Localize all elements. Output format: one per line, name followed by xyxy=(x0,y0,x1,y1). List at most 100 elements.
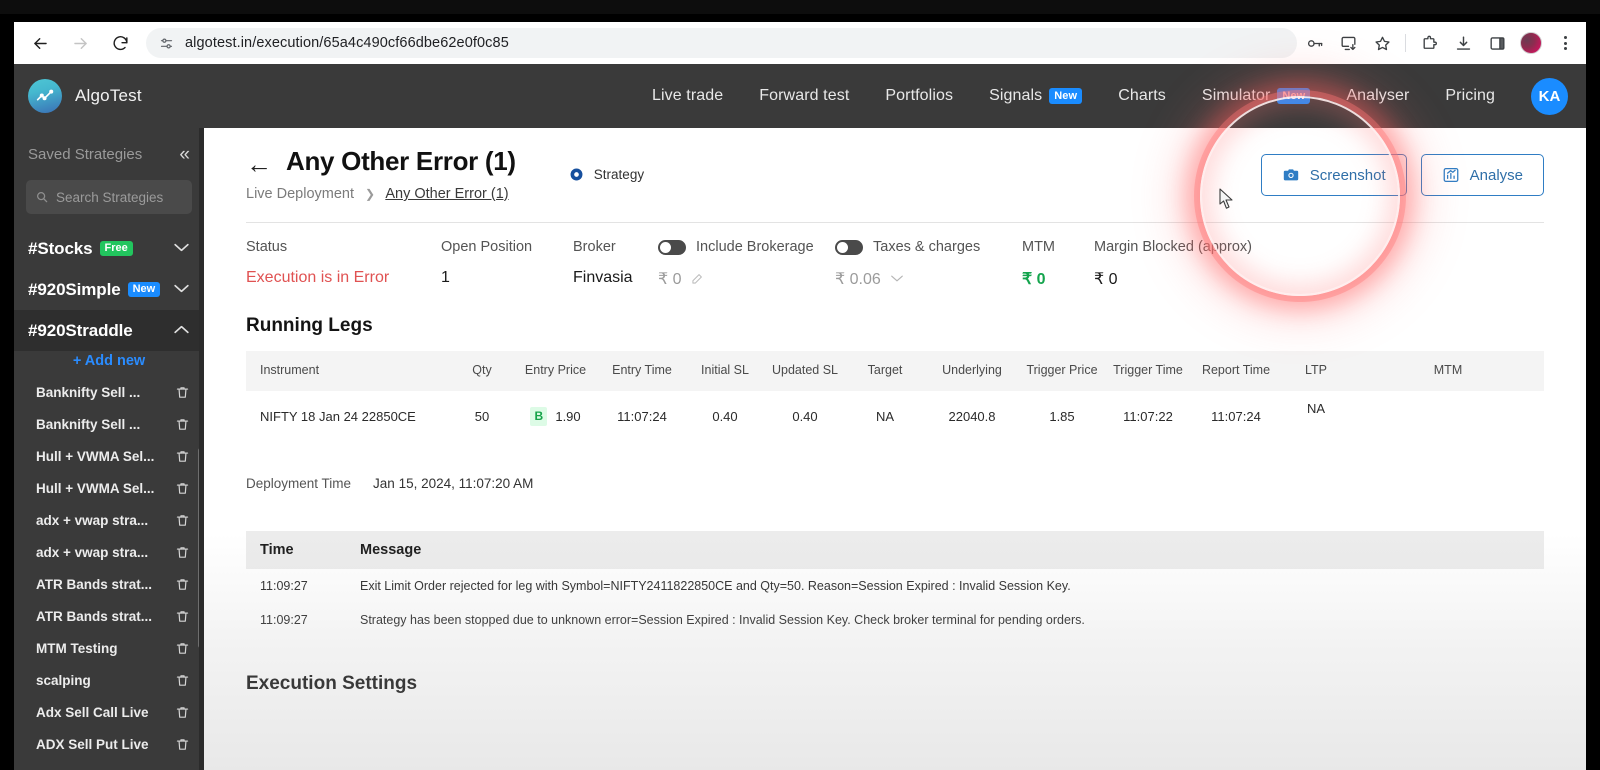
stat-label: Margin Blocked (approx) xyxy=(1094,239,1252,255)
breadcrumb-current[interactable]: Any Other Error (1) xyxy=(385,186,508,202)
include-brokerage-toggle[interactable] xyxy=(658,239,686,255)
list-item[interactable]: Banknifty Sell ... xyxy=(14,408,204,440)
install-app-icon[interactable] xyxy=(1331,27,1365,59)
stat-margin-blocked: Margin Blocked (approx) ₹ 0 xyxy=(1094,239,1252,289)
nav-link-portfolios[interactable]: Portfolios xyxy=(867,64,971,128)
list-item[interactable]: adx + vwap stra... xyxy=(14,536,204,568)
stat-broker: Broker Finvasia xyxy=(573,239,658,289)
strategy-name: Hull + VWMA Sel... xyxy=(36,448,155,464)
list-item[interactable]: Hull + VWMA Sel... xyxy=(14,440,204,472)
cell-time: 11:09:27 xyxy=(260,578,308,593)
search-placeholder: Search Strategies xyxy=(56,189,164,205)
stat-open-position: Open Position 1 xyxy=(441,239,573,289)
list-item[interactable]: ADX Sell Put Live xyxy=(14,728,204,760)
password-key-icon[interactable] xyxy=(1297,27,1331,59)
delete-icon[interactable] xyxy=(175,417,190,432)
chevron-down-icon[interactable] xyxy=(173,283,190,296)
list-item[interactable]: ATR Bands strat... xyxy=(14,568,204,600)
delete-icon[interactable] xyxy=(175,737,190,752)
delete-icon[interactable] xyxy=(175,545,190,560)
back-arrow-icon[interactable] xyxy=(22,27,58,59)
back-button[interactable]: ← xyxy=(246,151,272,177)
delete-icon[interactable] xyxy=(175,513,190,528)
delete-icon[interactable] xyxy=(175,449,190,464)
list-item[interactable]: Adx Sell Call Live xyxy=(14,696,204,728)
stat-value: ₹ 0 xyxy=(1022,271,1046,288)
downloads-icon[interactable] xyxy=(1446,27,1480,59)
profile-avatar-icon[interactable] xyxy=(1514,27,1548,59)
cell-time: 11:09:27 xyxy=(260,612,308,627)
nav-label: Pricing xyxy=(1445,87,1495,104)
delete-icon[interactable] xyxy=(175,705,190,720)
sidebar-group-920simple[interactable]: #920Simple New xyxy=(14,269,204,310)
analyse-button[interactable]: Analyse xyxy=(1420,154,1544,196)
extensions-puzzle-icon[interactable] xyxy=(1412,27,1446,59)
delete-icon[interactable] xyxy=(175,577,190,592)
delete-icon[interactable] xyxy=(175,609,190,624)
breadcrumb-separator: ❯ xyxy=(365,187,376,201)
strategy-name: Banknifty Sell ... xyxy=(36,384,141,400)
entry-price-value: 1.90 xyxy=(555,408,581,424)
delete-icon[interactable] xyxy=(175,673,190,688)
deployment-time-value: Jan 15, 2024, 11:07:20 AM xyxy=(373,475,534,491)
cell-entry-price: B 1.90 xyxy=(513,391,598,442)
bookmark-star-icon[interactable] xyxy=(1365,27,1399,59)
reload-icon[interactable] xyxy=(102,27,138,59)
table-row: NIFTY 18 Jan 24 22850CE 50 B 1.90 11:07:… xyxy=(246,391,1544,442)
nav-link-signals[interactable]: Signals New xyxy=(971,64,1100,128)
delete-icon[interactable] xyxy=(175,385,190,400)
table-header-row: Time Message xyxy=(246,530,1544,569)
list-item[interactable]: ATR Bands strat... xyxy=(14,600,204,632)
delete-icon[interactable] xyxy=(175,641,190,656)
header-actions: Screenshot Analyse xyxy=(1260,154,1544,196)
brand[interactable]: AlgoTest xyxy=(28,79,142,113)
col-message: Message xyxy=(356,530,1544,569)
list-item[interactable]: Banknifty Sell ... xyxy=(14,376,204,408)
col-updated-sl: Updated SL xyxy=(764,351,846,391)
nav-link-simulator[interactable]: Simulator New xyxy=(1184,64,1328,128)
chevron-up-icon[interactable] xyxy=(173,324,190,337)
chevron-down-icon[interactable] xyxy=(173,242,190,255)
stat-label: Status xyxy=(246,239,288,255)
col-report-time: Report Time xyxy=(1192,351,1280,391)
group-label: #Stocks xyxy=(28,238,93,258)
sidebar-group-stocks[interactable]: #Stocks Free xyxy=(14,228,204,269)
group-label: #920Simple xyxy=(28,279,121,299)
messages-table: Time Message 11:09:27 Exit Limit Order r… xyxy=(246,530,1544,637)
forward-arrow-icon[interactable] xyxy=(62,27,98,59)
search-strategies-input[interactable]: Search Strategies xyxy=(26,180,192,214)
kebab-menu-icon[interactable] xyxy=(1548,27,1582,59)
list-item[interactable]: Hull + VWMA Sel... xyxy=(14,472,204,504)
nav-link-forward-test[interactable]: Forward test xyxy=(741,64,867,128)
strategy-name: ADX Sell Put Live xyxy=(36,736,149,752)
add-new-strategy-button[interactable]: + Add new xyxy=(14,351,204,376)
nav-link-live-trade[interactable]: Live trade xyxy=(634,64,741,128)
badge-free: Free xyxy=(99,240,133,257)
avatar[interactable]: KA xyxy=(1531,77,1568,115)
algotest-logo-icon xyxy=(28,79,62,113)
list-item[interactable]: adx + vwap stra... xyxy=(14,504,204,536)
nav-link-pricing[interactable]: Pricing xyxy=(1427,64,1513,128)
sidebar-group-920straddle[interactable]: #920Straddle xyxy=(14,310,204,351)
chevron-down-icon[interactable] xyxy=(890,272,904,286)
side-panel-icon[interactable] xyxy=(1480,27,1514,59)
stat-value: ₹ 0 xyxy=(1094,271,1118,288)
address-bar[interactable]: algotest.in/execution/65a4c490cf66dbe62e… xyxy=(146,28,1297,58)
sidebar-title: Saved Strategies xyxy=(28,145,143,163)
collapse-sidebar-icon[interactable]: « xyxy=(179,145,190,164)
taxes-charges-toggle[interactable] xyxy=(835,239,863,255)
delete-icon[interactable] xyxy=(175,481,190,496)
list-item[interactable]: MTM Testing xyxy=(14,632,204,664)
nav-link-charts[interactable]: Charts xyxy=(1100,64,1184,128)
nav-link-analyser[interactable]: Analyser xyxy=(1328,64,1427,128)
breadcrumb-root[interactable]: Live Deployment xyxy=(246,186,354,202)
running-legs-table: Instrument Qty Entry Price Entry Time In… xyxy=(246,351,1544,442)
site-settings-icon[interactable] xyxy=(158,35,175,52)
list-item[interactable]: scalping xyxy=(14,664,204,696)
table-row: 11:09:27 Strategy has been stopped due t… xyxy=(246,603,1544,637)
strategy-tag[interactable]: Strategy xyxy=(568,166,644,183)
strategy-name: adx + vwap stra... xyxy=(36,512,149,528)
edit-pencil-icon[interactable] xyxy=(690,272,704,286)
screenshot-button[interactable]: Screenshot xyxy=(1260,154,1407,196)
group-label: #920Straddle xyxy=(28,320,133,340)
